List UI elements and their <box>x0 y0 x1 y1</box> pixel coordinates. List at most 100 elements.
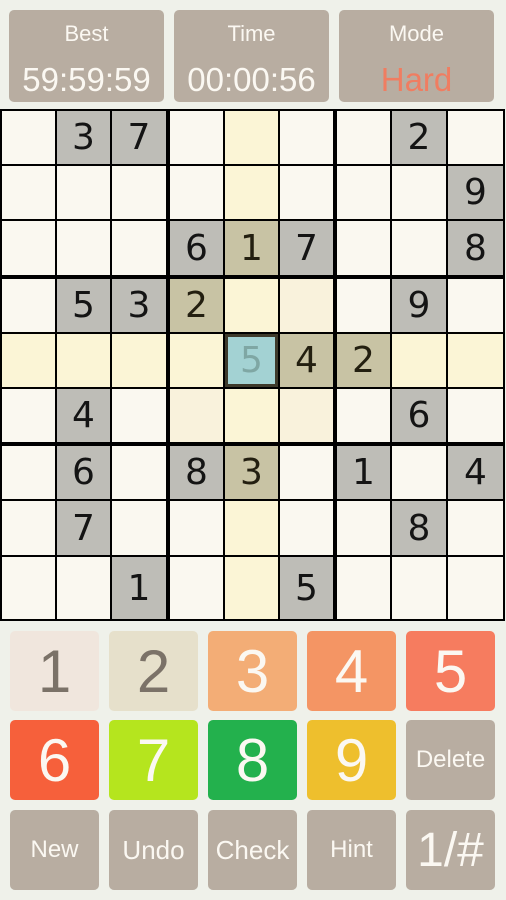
cell[interactable]: 6 <box>57 446 110 499</box>
cell[interactable] <box>280 279 333 332</box>
cell[interactable] <box>448 334 503 387</box>
cell[interactable] <box>2 334 55 387</box>
number-key-6[interactable]: 6 <box>10 720 99 800</box>
cell[interactable]: 3 <box>112 279 166 332</box>
delete-button[interactable]: Delete <box>406 720 495 800</box>
cell[interactable] <box>112 334 166 387</box>
cell[interactable] <box>448 389 503 442</box>
cell[interactable] <box>225 111 278 164</box>
cell[interactable] <box>112 501 166 555</box>
cell[interactable] <box>392 446 446 499</box>
cell[interactable]: 5 <box>57 279 110 332</box>
cell[interactable]: 8 <box>170 446 223 499</box>
cell[interactable] <box>337 501 390 555</box>
cell[interactable]: 1 <box>112 557 166 619</box>
cell[interactable] <box>225 279 278 332</box>
cell[interactable]: 1 <box>337 446 390 499</box>
cell[interactable] <box>337 279 390 332</box>
cell[interactable] <box>392 221 446 275</box>
mode-panel[interactable]: Mode Hard <box>339 10 494 102</box>
cell[interactable] <box>112 446 166 499</box>
cell[interactable]: 7 <box>112 111 166 164</box>
number-key-3[interactable]: 3 <box>208 631 297 711</box>
cell[interactable] <box>448 279 503 332</box>
cell[interactable]: 2 <box>337 334 390 387</box>
cell[interactable]: 8 <box>448 221 503 275</box>
cell[interactable] <box>2 279 55 332</box>
cell[interactable] <box>2 501 55 555</box>
cell[interactable] <box>337 111 390 164</box>
cell[interactable] <box>170 501 223 555</box>
cell[interactable] <box>280 446 333 499</box>
cell[interactable] <box>392 557 446 619</box>
cell[interactable] <box>392 334 446 387</box>
cell[interactable] <box>225 166 278 219</box>
cell-value: 9 <box>464 172 487 213</box>
cell[interactable]: 2 <box>170 279 223 332</box>
cell[interactable] <box>170 334 223 387</box>
cell[interactable] <box>280 501 333 555</box>
number-mode-button[interactable]: 1/# <box>406 810 495 890</box>
cell[interactable] <box>448 557 503 619</box>
number-key-4[interactable]: 4 <box>307 631 396 711</box>
cell[interactable]: 8 <box>392 501 446 555</box>
cell[interactable] <box>280 389 333 442</box>
cell[interactable] <box>337 389 390 442</box>
number-key-8[interactable]: 8 <box>208 720 297 800</box>
cell[interactable] <box>57 166 110 219</box>
cell[interactable]: 6 <box>392 389 446 442</box>
cell[interactable]: 9 <box>448 166 503 219</box>
cell[interactable] <box>170 166 223 219</box>
cell[interactable] <box>57 334 110 387</box>
cell[interactable] <box>57 557 110 619</box>
new-button[interactable]: New <box>10 810 99 890</box>
cell[interactable]: 5 <box>280 557 333 619</box>
cell[interactable] <box>280 166 333 219</box>
check-button[interactable]: Check <box>208 810 297 890</box>
cell[interactable] <box>2 221 55 275</box>
cell[interactable]: 2 <box>392 111 446 164</box>
cell[interactable]: 4 <box>280 334 333 387</box>
number-key-5[interactable]: 5 <box>406 631 495 711</box>
hint-button[interactable]: Hint <box>307 810 396 890</box>
number-key-7[interactable]: 7 <box>109 720 198 800</box>
cell[interactable]: 7 <box>280 221 333 275</box>
cell[interactable]: 1 <box>225 221 278 275</box>
cell[interactable] <box>170 389 223 442</box>
cell[interactable] <box>337 557 390 619</box>
cell[interactable] <box>337 166 390 219</box>
cell[interactable] <box>2 557 55 619</box>
cell[interactable] <box>2 446 55 499</box>
number-key-9[interactable]: 9 <box>307 720 396 800</box>
cell[interactable] <box>170 111 223 164</box>
undo-button[interactable]: Undo <box>109 810 198 890</box>
cell[interactable]: 4 <box>57 389 110 442</box>
cell[interactable] <box>57 221 110 275</box>
cell[interactable] <box>392 166 446 219</box>
cell[interactable]: 7 <box>57 501 110 555</box>
cell[interactable] <box>2 389 55 442</box>
cell[interactable] <box>225 501 278 555</box>
number-key-1[interactable]: 1 <box>10 631 99 711</box>
cell[interactable]: 3 <box>225 446 278 499</box>
cell[interactable] <box>337 221 390 275</box>
cell[interactable] <box>448 501 503 555</box>
cell[interactable] <box>448 111 503 164</box>
time-value: 00:00:56 <box>187 61 316 98</box>
cell[interactable]: 9 <box>392 279 446 332</box>
cell[interactable]: 6 <box>170 221 223 275</box>
cell[interactable]: 4 <box>448 446 503 499</box>
selected-cell[interactable]: 5 <box>225 334 278 387</box>
number-key-2[interactable]: 2 <box>109 631 198 711</box>
cell[interactable] <box>2 166 55 219</box>
cell[interactable]: 3 <box>57 111 110 164</box>
cell[interactable] <box>280 111 333 164</box>
cell-value: 4 <box>72 395 95 436</box>
cell[interactable] <box>112 166 166 219</box>
cell[interactable] <box>112 389 166 442</box>
cell[interactable] <box>170 557 223 619</box>
cell[interactable] <box>225 557 278 619</box>
cell[interactable] <box>112 221 166 275</box>
cell[interactable] <box>2 111 55 164</box>
cell[interactable] <box>225 389 278 442</box>
